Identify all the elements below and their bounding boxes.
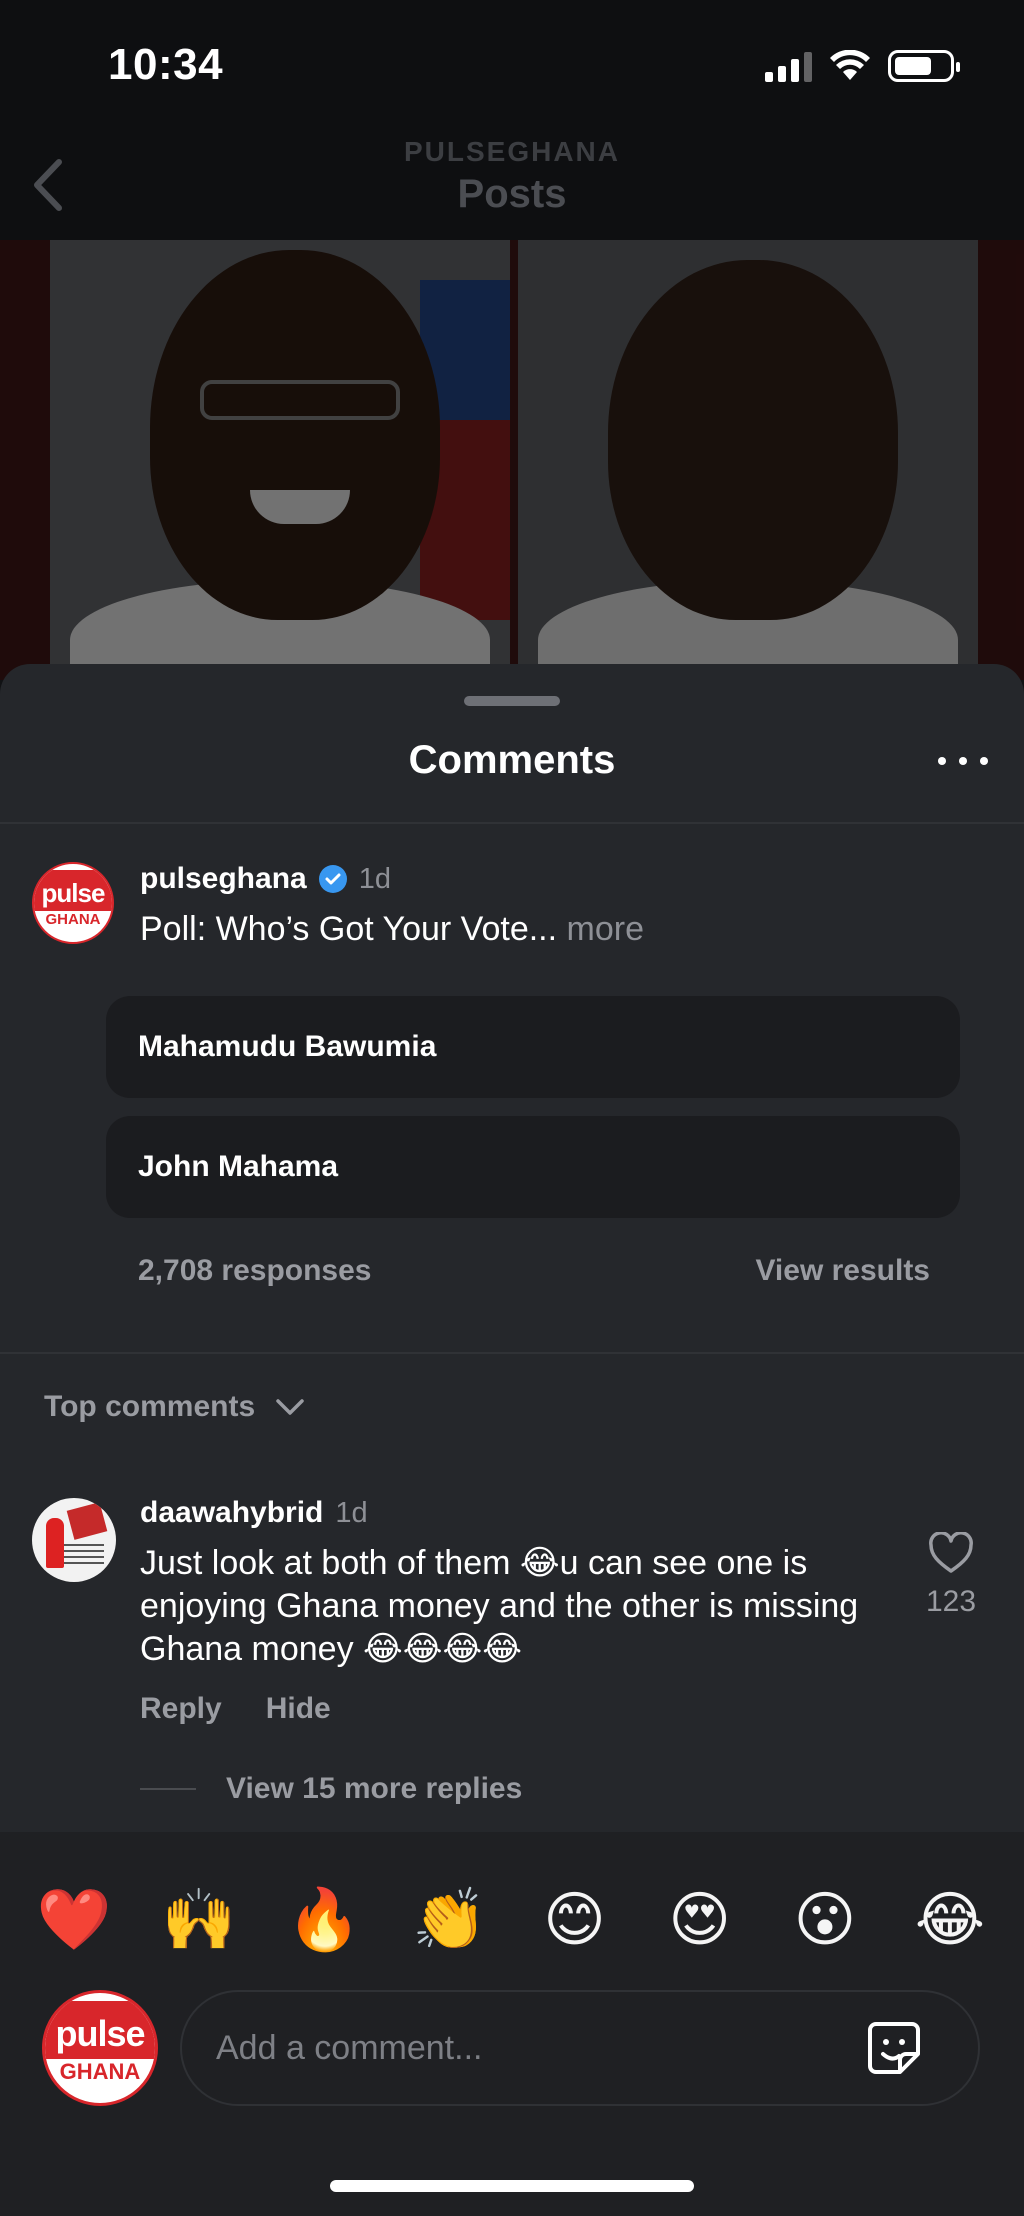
comment-author-line: daawahybrid 1d	[140, 1496, 368, 1530]
commenter-avatar[interactable]	[32, 1498, 116, 1582]
post-image	[0, 240, 1024, 680]
divider	[0, 1352, 1024, 1354]
post-time: 1d	[358, 862, 391, 895]
view-results-link[interactable]: View results	[755, 1254, 930, 1288]
header-title: Posts	[457, 172, 567, 216]
caption-text: Poll: Who’s Got Your Vote...	[140, 910, 558, 948]
reaction-clap[interactable]: 👏	[409, 1880, 489, 1960]
status-icons	[765, 50, 960, 82]
reply-button[interactable]: Reply	[140, 1692, 222, 1726]
chevron-down-icon	[276, 1399, 304, 1415]
poll-option-2[interactable]: John Mahama	[106, 1116, 960, 1218]
post-caption: Poll: Who’s Got Your Vote... more	[140, 910, 644, 949]
reaction-fire[interactable]: 🔥	[284, 1880, 364, 1960]
comment-time: 1d	[335, 1496, 368, 1529]
sticker-icon[interactable]	[862, 2016, 926, 2080]
sheet-grabber[interactable]	[464, 696, 560, 706]
poll-footer: 2,708 responses View results	[138, 1254, 930, 1288]
header-subtitle: PULSEGHANA	[403, 136, 620, 167]
current-user-avatar: pulse GHANA	[42, 1990, 158, 2106]
reaction-heart[interactable]: ❤️	[34, 1880, 114, 1960]
caption-more-link[interactable]: more	[567, 910, 644, 948]
comment-like: 123	[906, 1531, 996, 1619]
wifi-icon	[830, 50, 870, 80]
verified-badge-icon	[318, 865, 347, 893]
like-count: 123	[925, 1585, 977, 1618]
reaction-laugh[interactable]: 😂	[910, 1880, 990, 1960]
battery-icon	[888, 50, 960, 82]
sheet-title: Comments	[408, 738, 616, 782]
post-author-name[interactable]: pulseghana	[140, 862, 307, 896]
heart-icon[interactable]	[928, 1531, 974, 1574]
comment-text: Just look at both of them 😂u can see one…	[140, 1544, 859, 1668]
comment-input-placeholder: Add a comment...	[216, 2028, 483, 2067]
hide-button[interactable]: Hide	[266, 1692, 331, 1726]
view-replies-label: View 15 more replies	[226, 1772, 523, 1805]
sort-dropdown[interactable]: Top comments	[44, 1390, 305, 1424]
reaction-heart-eyes[interactable]: 😍	[660, 1880, 740, 1960]
cellular-signal-icon	[765, 50, 812, 82]
home-indicator[interactable]	[330, 2180, 694, 2192]
reaction-raised-hands[interactable]: 🙌	[159, 1880, 239, 1960]
post-author-avatar[interactable]: pulse GHANA	[32, 862, 114, 944]
reaction-smile[interactable]: 😊	[535, 1880, 615, 1960]
sort-label: Top comments	[44, 1390, 256, 1423]
comment-input[interactable]: Add a comment...	[180, 1990, 980, 2106]
poll-responses-count: 2,708 responses	[138, 1254, 372, 1287]
reaction-surprised[interactable]: 😮	[785, 1880, 865, 1960]
comment-actions: Reply Hide	[140, 1692, 331, 1726]
comment-composer: ❤️ 🙌 🔥 👏 😊 😍 😮 😂 pulse GHANA Add a comme…	[0, 1832, 1024, 2216]
view-more-replies[interactable]: View 15 more replies	[140, 1772, 522, 1806]
divider	[0, 822, 1024, 824]
poll-option-1[interactable]: Mahamudu Bawumia	[106, 996, 960, 1098]
more-options-button[interactable]	[938, 746, 988, 776]
status-time: 10:34	[108, 40, 224, 89]
nav-header: PULSEGHANA Posts	[0, 130, 1024, 240]
status-bar: 10:34	[0, 0, 1024, 130]
post-author-line: pulseghana 1d	[140, 862, 391, 896]
comment-author-name[interactable]: daawahybrid	[140, 1496, 323, 1530]
reaction-bar: ❤️ 🙌 🔥 👏 😊 😍 😮 😂	[34, 1880, 990, 1960]
